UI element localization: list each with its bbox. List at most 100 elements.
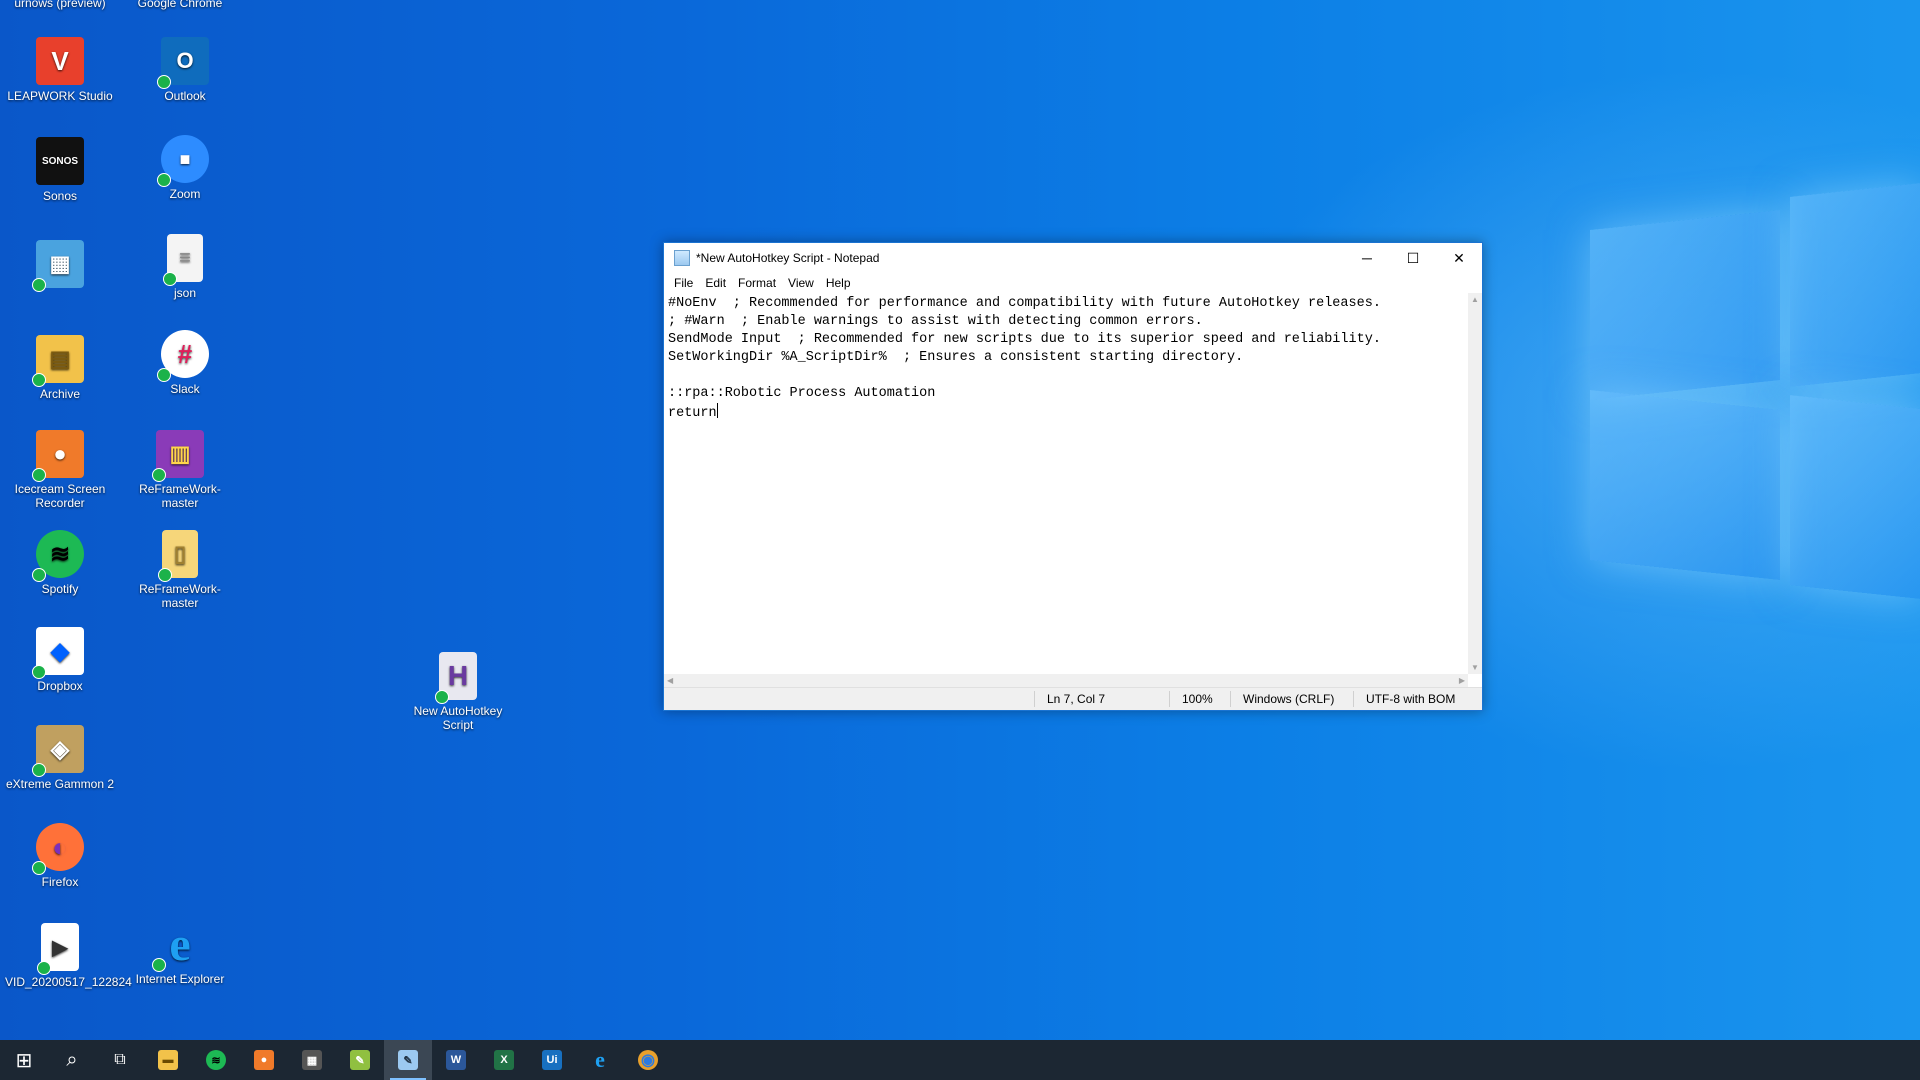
taskbar: ⊞ ⌕ ⧉ ▬ ≋ ● ▦ ✎ ✎ W X Ui e ◉ [0,1040,1920,1080]
desktop-icon-internet-explorer[interactable]: e Internet Explorer [125,918,235,987]
uipath-icon: Ui [542,1050,562,1070]
editor-line: ::rpa::Robotic Process Automation [668,386,936,401]
internet-explorer-icon: e [152,918,204,972]
excel-icon: X [494,1050,514,1070]
desktop-icon-json[interactable]: ≡ json [130,234,240,300]
desktop-icon-label: Icecream Screen Recorder [14,482,106,510]
menu-bar: File Edit Format View Help [664,273,1482,293]
word-icon: W [446,1050,466,1070]
desktop-icon-dropbox[interactable]: ◆ Dropbox [5,627,115,693]
desktop-icon-slack[interactable]: # Slack [130,330,240,396]
horizontal-scrollbar[interactable]: ◀ ▶ [664,674,1468,688]
gammon-icon: ◈ [32,725,84,777]
taskbar-notepadpp[interactable]: ✎ [336,1040,384,1080]
desktop-icon-label: Firefox [41,875,79,889]
menu-edit[interactable]: Edit [699,276,732,290]
desktop-icon-label: Outlook [164,89,206,103]
taskbar-chrome[interactable]: ◉ [624,1040,672,1080]
text-editor[interactable]: #NoEnv ; Recommended for performance and… [664,293,1468,674]
leapwork-icon: V [36,37,84,85]
desktop-icon-outlook[interactable]: O Outlook [130,37,240,103]
editor-line: ; #Warn ; Enable warnings to assist with… [668,314,1203,329]
desktop-icon-spotify[interactable]: ≋ Spotify [5,530,115,596]
notepad-icon: ✎ [398,1050,418,1070]
desktop-icon-archive[interactable]: ▤ Archive [5,335,115,401]
task-view-icon: ⧉ [114,1051,126,1068]
winrar-icon: ▥ [152,430,204,482]
menu-help[interactable]: Help [820,276,857,290]
zoom-icon: ■ [157,135,209,187]
scroll-left-arrow-icon[interactable]: ◀ [667,676,673,685]
desktop-icon-label: Zoom [169,187,201,201]
desktop-icon-autohotkey-script[interactable]: H New AutoHotkey Script [403,652,513,732]
title-bar[interactable]: *New AutoHotkey Script - Notepad ─ ☐ ✕ [664,243,1482,273]
taskbar-file-explorer[interactable]: ▬ [144,1040,192,1080]
desktop-icon-extreme-gammon[interactable]: ◈ eXtreme Gammon 2 [5,725,115,791]
desktop-icon-label: Slack [170,382,200,396]
desktop-icon-icecream[interactable]: ● Icecream Screen Recorder [5,430,115,510]
taskbar-edge[interactable]: e [576,1040,624,1080]
desktop-icon-label: json [173,286,196,300]
taskbar-excel[interactable]: X [480,1040,528,1080]
search-icon: ⌕ [66,1048,78,1071]
desktop-icon-partial-left[interactable]: urnows (preview) [5,0,115,10]
slack-icon: # [157,330,209,382]
text-caret [716,403,718,418]
minimize-button[interactable]: ─ [1344,243,1390,273]
taskbar-notepad[interactable]: ✎ [384,1040,432,1080]
desktop-icon-label: Internet Explorer [135,972,225,986]
desktop-icon-label: LEAPWORK Studio [7,89,113,103]
desktop-icon-label: New AutoHotkey Script [413,704,503,732]
menu-format[interactable]: Format [732,276,782,290]
task-view-button[interactable]: ⧉ [96,1040,144,1080]
internet-explorer-icon: e [595,1047,605,1072]
taskbar-calculator[interactable]: ▦ [288,1040,336,1080]
desktop-icon-label: Google Chrome [137,0,223,10]
desktop-icon-partial-chrome[interactable]: Google Chrome [125,0,235,10]
status-position: Ln 7, Col 7 [1034,691,1169,707]
desktop-icon-reframework-rar[interactable]: ▥ ReFrameWork-master [125,430,235,510]
status-zoom: 100% [1169,691,1230,707]
file-icon: ≡ [163,234,203,286]
start-button[interactable]: ⊞ [0,1040,48,1080]
desktop-icon-sonos[interactable]: SONOS Sonos [5,137,115,203]
desktop-icon-firefox[interactable]: ◐ Firefox [5,823,115,889]
taskbar-spotify[interactable]: ≋ [192,1040,240,1080]
status-line-endings: Windows (CRLF) [1230,691,1353,707]
scroll-down-arrow-icon[interactable]: ▼ [1471,663,1479,672]
desktop-icon-label: Archive [39,387,80,401]
video-file-icon: ▶ [37,923,79,975]
desktop-icon-label: VID_20200517_122824 [5,975,132,989]
window-title: *New AutoHotkey Script - Notepad [696,251,880,265]
maximize-button[interactable]: ☐ [1390,243,1436,273]
folder-icon: ▯ [158,530,198,582]
taskbar-icecream[interactable]: ● [240,1040,288,1080]
outlook-icon: O [157,37,209,89]
desktop-icon-zoom[interactable]: ■ Zoom [130,135,240,201]
taskbar-word[interactable]: W [432,1040,480,1080]
dropbox-icon: ◆ [32,627,84,679]
windows-start-icon: ⊞ [15,1049,33,1072]
calculator-icon: ▦ [302,1050,322,1070]
sonos-icon: SONOS [36,137,84,185]
desktop-icon-leapwork[interactable]: V LEAPWORK Studio [5,37,115,103]
desktop-icon-label: ReFrameWork-master [139,482,221,510]
taskbar-uipath[interactable]: Ui [528,1040,576,1080]
control-panel-icon: ▦ [32,240,84,292]
search-button[interactable]: ⌕ [48,1040,96,1080]
vertical-scrollbar[interactable]: ▲ ▼ [1468,293,1482,674]
desktop-icon-reframework-folder[interactable]: ▯ ReFrameWork-master [125,530,235,610]
spotify-icon: ≋ [206,1050,226,1070]
desktop-icon-label: Spotify [41,582,79,596]
notepad-window[interactable]: *New AutoHotkey Script - Notepad ─ ☐ ✕ F… [663,242,1483,711]
windows-logo-wallpaper [1590,180,1920,600]
close-button[interactable]: ✕ [1436,243,1482,273]
scroll-right-arrow-icon[interactable]: ▶ [1459,676,1465,685]
archive-folder-icon: ▤ [32,335,84,387]
desktop-icon-video[interactable]: ▶ VID_20200517_122824 [5,923,132,989]
menu-view[interactable]: View [782,276,820,290]
desktop-icon-control-panel[interactable]: ▦ [5,240,115,292]
scroll-up-arrow-icon[interactable]: ▲ [1471,295,1479,304]
menu-file[interactable]: File [668,276,699,290]
